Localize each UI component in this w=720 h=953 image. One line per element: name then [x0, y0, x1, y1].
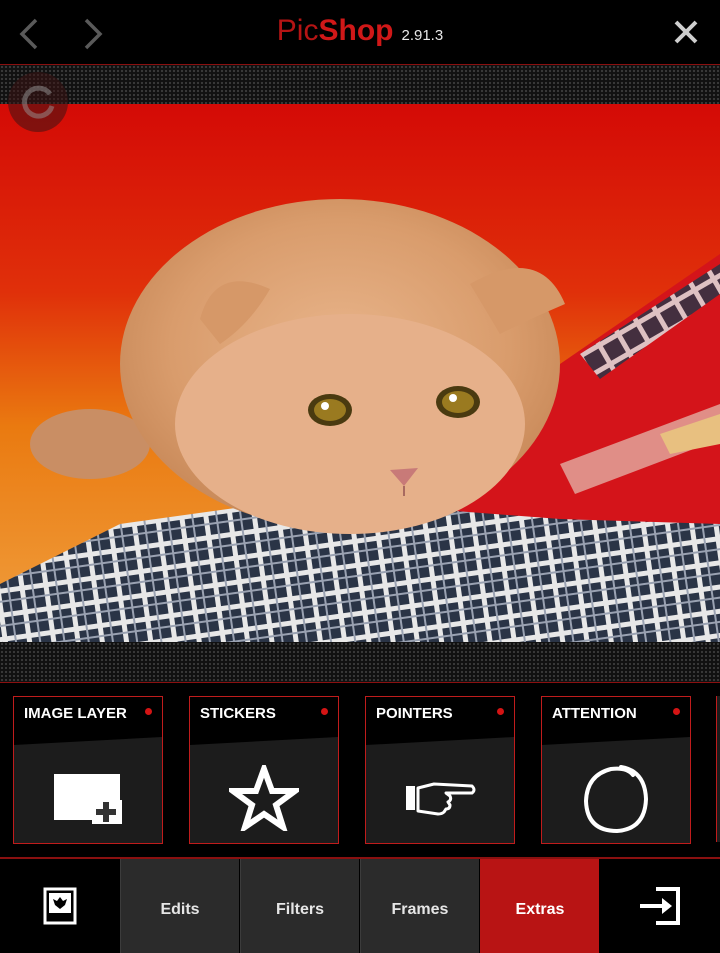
close-button[interactable]: [670, 16, 702, 48]
circle-scribble-icon: [583, 765, 649, 834]
extras-tools-panel: IMAGE LAYER STICKERS POINTERS ATTENTION: [0, 683, 720, 859]
tool-label: ATTENTION: [552, 705, 637, 722]
close-icon: [674, 20, 698, 44]
export-icon: [640, 887, 680, 925]
app-version: 2.91.3: [401, 27, 444, 44]
logo-shop: Shop: [318, 14, 394, 47]
tab-edits[interactable]: Edits: [120, 859, 239, 953]
tool-pointers[interactable]: POINTERS: [365, 696, 515, 844]
new-indicator-dot: [145, 708, 152, 715]
tool-label: STICKERS: [200, 705, 276, 722]
pointing-hand-icon: [406, 782, 476, 816]
kitten-photo: [0, 104, 720, 642]
new-indicator-dot: [321, 708, 328, 715]
tab-frames[interactable]: Frames: [360, 859, 479, 953]
tab-filters[interactable]: Filters: [240, 859, 359, 953]
app-header: PicShop 2.91.3: [0, 0, 720, 64]
tab-extras[interactable]: Extras: [480, 859, 599, 953]
tool-next-partial[interactable]: [716, 696, 720, 842]
rotate-icon: [22, 85, 55, 119]
logo-pic: Pic: [276, 14, 319, 47]
tool-label: POINTERS: [376, 705, 453, 722]
picture-frame-icon: [43, 887, 77, 925]
tool-attention[interactable]: ATTENTION: [541, 696, 691, 844]
gallery-button[interactable]: [0, 859, 120, 953]
canvas-bottom-border: [0, 642, 720, 683]
image-layer-add-icon: [54, 774, 122, 824]
photo-canvas[interactable]: [0, 104, 720, 642]
tool-image-layer[interactable]: IMAGE LAYER: [13, 696, 163, 844]
canvas-top-border: [0, 64, 720, 105]
app-logo: PicShop 2.91.3: [0, 14, 720, 48]
bottom-toolbar: Edits Filters Frames Extras: [0, 859, 720, 953]
new-indicator-dot: [497, 708, 504, 715]
export-button[interactable]: [600, 859, 720, 953]
reset-button[interactable]: [8, 72, 68, 132]
tool-stickers[interactable]: STICKERS: [189, 696, 339, 844]
new-indicator-dot: [673, 708, 680, 715]
tool-label: IMAGE LAYER: [24, 705, 127, 722]
star-icon: [229, 765, 299, 831]
